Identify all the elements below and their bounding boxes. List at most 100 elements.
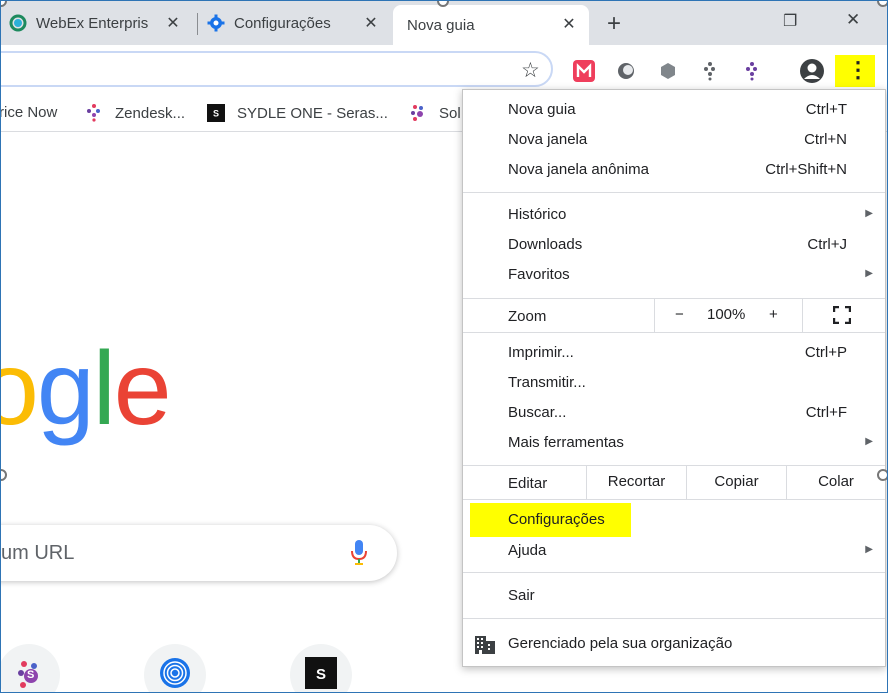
menu-item-shortcut: Ctrl+J [807,236,847,253]
extension-dots-icon[interactable] [699,60,721,82]
menu-item-exit[interactable]: Sair [463,582,885,610]
menu-divider [463,618,885,619]
logo-letter: o [1,331,39,447]
bookmark-service-now[interactable]: rice Now [0,104,58,121]
logo-letter: e [113,331,172,447]
fingerprint-globe-icon [159,657,191,693]
menu-item-more-tools[interactable]: Mais ferramentas ▶ [463,429,885,457]
microphone-icon[interactable] [349,539,369,572]
menu-item-shortcut: Ctrl+Shift+N [765,161,847,178]
menu-item-label: Histórico [508,206,567,223]
tab-strip: WebEx Enterpris ✕ Configurações ✕ Nova g… [1,1,887,45]
search-box[interactable]: um URL [1,525,397,581]
submenu-arrow-icon: ▶ [865,268,873,279]
menu-item-print[interactable]: Imprimir... Ctrl+P [463,339,885,367]
bookmark-label: Zendesk... [115,104,186,122]
submenu-arrow-icon: ▶ [865,544,873,555]
menu-item-downloads[interactable]: Downloads Ctrl+J [463,231,885,259]
chrome-main-menu: Nova guia Ctrl+T Nova janela Ctrl+N Nova… [462,89,886,667]
google-logo: ogle [1,337,172,441]
tab-new-tab[interactable]: Nova guia ✕ [393,5,589,45]
bookmark-label: Sol [439,104,461,122]
zendesk-dots-icon [85,104,103,122]
menu-divider [463,192,885,193]
menu-item-history[interactable]: Histórico ▶ [463,201,885,229]
restore-button[interactable]: ❐ [783,11,797,31]
profile-avatar-icon[interactable] [799,58,825,84]
menu-item-label: Transmitir... [508,374,586,391]
extension-hexagon-icon[interactable] [657,60,679,82]
menu-item-label: Sair [508,587,535,604]
menu-item-label: Downloads [508,236,583,253]
sydle-dots-icon [409,104,427,122]
browser-window: WebEx Enterpris ✕ Configurações ✕ Nova g… [0,0,888,693]
extension-purple-dots-icon[interactable] [741,60,763,82]
shortcut-tile-globe[interactable] [144,644,206,693]
menu-divider [463,499,885,500]
bookmark-label: SYDLE ONE - Seras... [237,104,388,122]
shortcut-dots-icon: S [16,660,42,690]
bookmark-sydle-one[interactable]: S SYDLE ONE - Seras... [207,104,388,122]
new-tab-button[interactable]: + [607,10,621,38]
tab-label: Nova guia [407,16,475,34]
bookmark-label: rice Now [0,104,58,121]
menu-item-help[interactable]: Ajuda ▶ [463,537,885,565]
bookmark-zendesk[interactable]: Zendesk... [85,104,185,122]
sydle-icon: S [207,104,225,122]
menu-item-label: Nova guia [508,101,576,118]
cut-button[interactable]: Recortar [586,465,686,499]
edit-row: Editar Recortar Copiar Colar [463,465,885,499]
logo-letter: g [36,331,95,447]
menu-item-new-tab[interactable]: Nova guia Ctrl+T [463,96,885,124]
copy-button[interactable]: Copiar [686,465,786,499]
shortcut-tile-sydle[interactable]: S [1,644,60,692]
more-menu-button[interactable]: ⋮ [847,57,869,83]
menu-item-label: Configurações [508,511,605,528]
window-close-button[interactable]: ✕ [846,10,860,30]
menu-divider [463,572,885,573]
menu-item-label: Imprimir... [508,344,574,361]
extension-m-icon[interactable] [573,60,595,82]
menu-item-bookmarks[interactable]: Favoritos ▶ [463,261,885,289]
extension-circle-icon[interactable] [615,60,637,82]
menu-item-label: Ajuda [508,542,547,559]
menu-item-find[interactable]: Buscar... Ctrl+F [463,399,885,427]
shortcut-tile-sydle-one[interactable]: S [290,644,352,693]
bookmark-star-icon[interactable]: ☆ [521,58,540,83]
paste-button[interactable]: Colar [786,465,885,499]
menu-item-shortcut: Ctrl+T [805,101,847,118]
menu-item-settings[interactable]: Configurações [463,506,885,534]
menu-item-shortcut: Ctrl+N [804,131,847,148]
menu-item-shortcut: Ctrl+F [805,404,847,421]
fullscreen-icon[interactable] [832,305,852,328]
tab-separator [197,13,198,35]
zoom-row: Zoom − 100% + [463,298,885,332]
svg-text:S: S [213,109,219,119]
menu-item-label: Favoritos [508,266,570,283]
sydle-icon: S [305,656,337,693]
selection-handle [877,469,887,481]
logo-letter: l [92,331,116,447]
menu-item-incognito-window[interactable]: Nova janela anônima Ctrl+Shift+N [463,156,885,184]
selection-handle [877,1,887,7]
edit-label: Editar [508,475,548,492]
menu-item-cast[interactable]: Transmitir... [463,369,885,397]
address-bar[interactable] [1,51,553,87]
close-icon[interactable]: ✕ [361,13,381,33]
webex-icon [9,14,27,32]
submenu-arrow-icon: ▶ [865,436,873,447]
close-icon[interactable]: ✕ [559,14,579,34]
search-placeholder: um URL [1,542,75,564]
menu-item-label: Nova janela [508,131,588,148]
zoom-out-button[interactable]: − [675,306,684,323]
tab-settings[interactable]: Configurações ✕ [207,1,391,45]
close-icon[interactable]: ✕ [163,13,183,33]
menu-item-managed-by-org[interactable]: Gerenciado pela sua organização [463,630,885,658]
tab-webex[interactable]: WebEx Enterpris ✕ [9,1,193,45]
menu-item-new-window[interactable]: Nova janela Ctrl+N [463,126,885,154]
menu-item-label: Mais ferramentas [508,434,624,451]
bookmark-sol[interactable]: Sol [409,104,461,122]
zoom-in-button[interactable]: + [769,306,778,323]
menu-item-label: Nova janela anônima [508,161,649,178]
toolbar: ☆ ⋮ [1,45,887,95]
